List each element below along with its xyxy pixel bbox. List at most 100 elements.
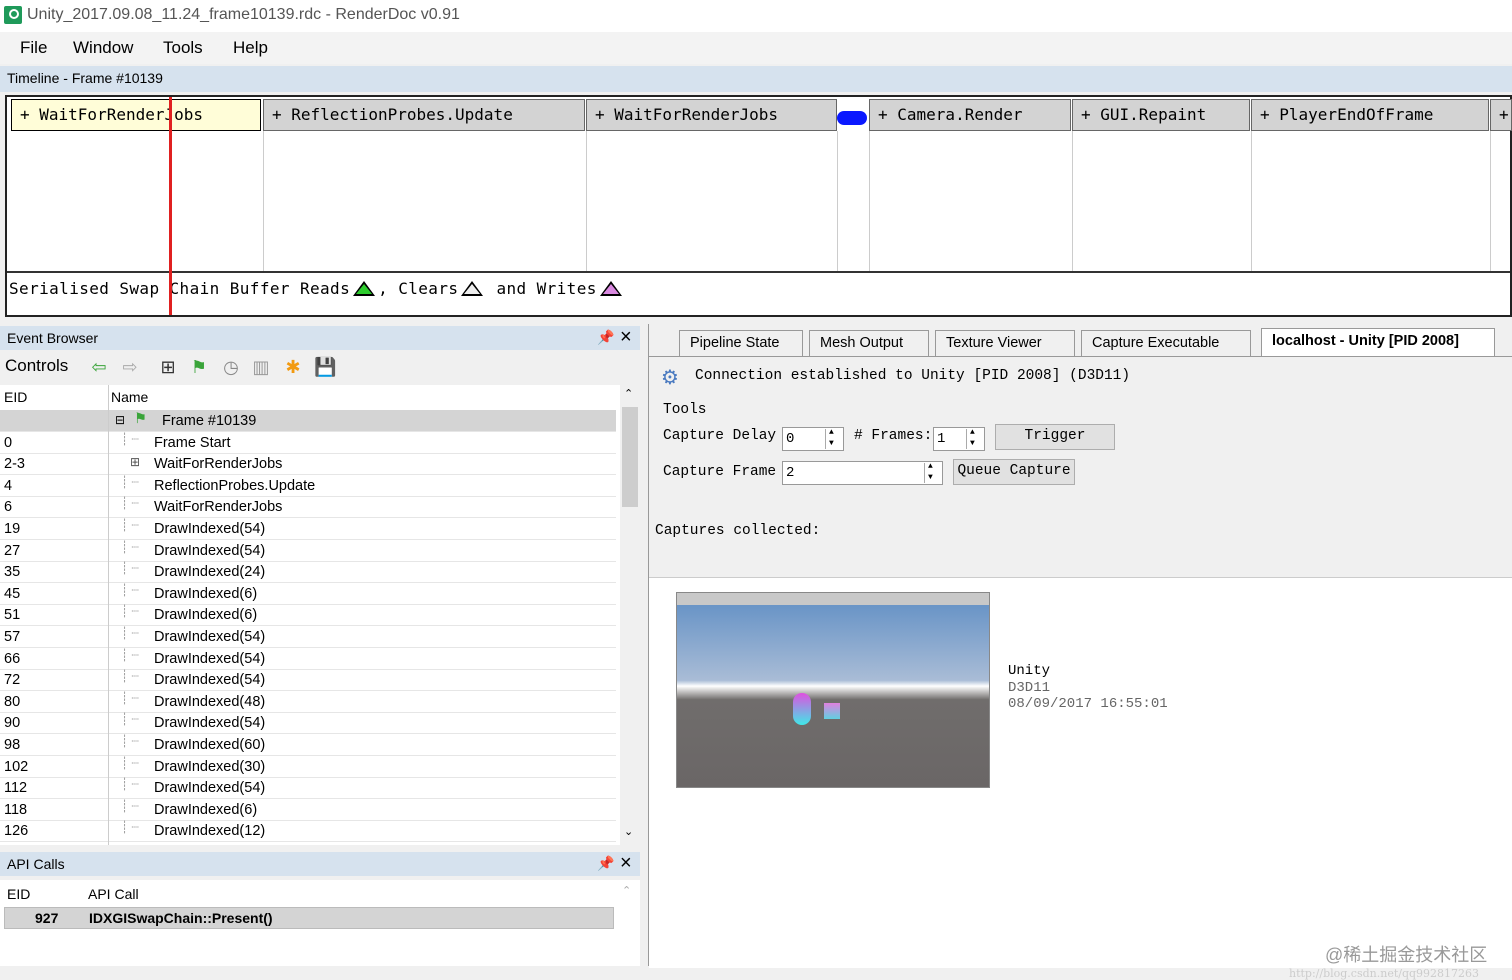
event-row[interactable]: 90 ┊ ┈ DrawIndexed(54) bbox=[0, 712, 616, 735]
api-eid-column-header[interactable]: EID bbox=[7, 886, 30, 902]
timeline-event-marker[interactable] bbox=[837, 111, 867, 125]
timeline-column-divider bbox=[263, 131, 264, 271]
close-icon[interactable]: × bbox=[620, 326, 632, 349]
stepper-arrows-icon[interactable] bbox=[924, 462, 941, 483]
expand-icon[interactable]: ⊞ bbox=[130, 455, 140, 469]
event-eid: 66 bbox=[4, 650, 21, 667]
queue-capture-button[interactable]: Queue Capture bbox=[953, 459, 1075, 485]
event-eid: 102 bbox=[4, 758, 29, 775]
event-eid: 0 bbox=[4, 434, 13, 451]
timeline-block-waitforrenderjobs-2[interactable]: + WaitForRenderJobs bbox=[586, 99, 837, 131]
find-binoculars-icon[interactable]: ⊞ bbox=[158, 357, 178, 377]
event-row[interactable]: 27 ┊ ┈ DrawIndexed(54) bbox=[0, 540, 616, 562]
event-name: WaitForRenderJobs bbox=[154, 456, 283, 473]
timeline-block-waitforrenderjobs[interactable]: + WaitForRenderJobs bbox=[11, 99, 261, 131]
pin-icon[interactable]: 📌 bbox=[597, 855, 614, 872]
event-row[interactable]: 51 ┊ ┈ DrawIndexed(6) bbox=[0, 604, 616, 627]
event-row[interactable]: 112 ┊ ┈ DrawIndexed(54) bbox=[0, 777, 616, 800]
frames-stepper[interactable]: 1 bbox=[933, 427, 985, 451]
menu-file[interactable]: File bbox=[20, 38, 47, 58]
timeline-block-camera-render[interactable]: + Camera.Render bbox=[869, 99, 1071, 131]
collapse-icon[interactable]: ⊟ bbox=[115, 413, 125, 427]
tab-capture-executable[interactable]: Capture Executable bbox=[1081, 330, 1251, 356]
renderdoc-app-icon bbox=[4, 6, 22, 24]
stepper-arrows-icon[interactable] bbox=[966, 428, 983, 449]
tree-connector: ┊ ┈ bbox=[121, 539, 139, 554]
timeline-column-divider bbox=[837, 131, 838, 271]
event-row[interactable]: 19 ┊ ┈ DrawIndexed(54) bbox=[0, 518, 616, 540]
capture-api: D3D11 bbox=[1008, 680, 1051, 696]
window-title: Unity_2017.09.08_11.24_frame10139.rdc - … bbox=[27, 6, 460, 23]
back-arrow-icon[interactable]: ⇦ bbox=[89, 357, 109, 377]
trigger-button[interactable]: Trigger bbox=[995, 424, 1115, 450]
timeline-block-gui-repaint[interactable]: + GUI.Repaint bbox=[1072, 99, 1250, 131]
tab-pipeline-state[interactable]: Pipeline State bbox=[679, 330, 803, 356]
scroll-down-icon[interactable]: ⌄ bbox=[624, 825, 633, 838]
menu-window[interactable]: Window bbox=[73, 38, 133, 58]
timeline-panel[interactable]: + WaitForRenderJobs + ReflectionProbes.U… bbox=[5, 95, 1512, 317]
scroll-up-icon[interactable]: ⌃ bbox=[624, 387, 633, 400]
api-calls-list[interactable]: EID API Call 927 IDXGISwapChain::Present… bbox=[0, 880, 640, 966]
bookmark-asterisk-icon[interactable]: ✱ bbox=[283, 357, 303, 377]
capture-delay-label: Capture Delay bbox=[663, 428, 777, 444]
api-calls-title: API Calls bbox=[7, 856, 65, 872]
event-eid: 112 bbox=[4, 780, 28, 797]
timeline-current-event-marker[interactable] bbox=[169, 97, 172, 315]
swap-chain-label: Serialised Swap Chain Buffer Reads bbox=[9, 279, 351, 298]
capture-thumbnail[interactable] bbox=[676, 592, 990, 788]
capture-delay-stepper[interactable]: 0 bbox=[782, 427, 844, 451]
event-row[interactable]: 45 ┊ ┈ DrawIndexed(6) bbox=[0, 583, 616, 605]
title-bar: Unity_2017.09.08_11.24_frame10139.rdc - … bbox=[0, 0, 1512, 32]
event-row[interactable]: 66 ┊ ┈ DrawIndexed(54) bbox=[0, 648, 616, 670]
timeline-block-reflectionprobes-update[interactable]: + ReflectionProbes.Update bbox=[263, 99, 585, 131]
menu-help[interactable]: Help bbox=[233, 38, 268, 58]
scroll-up-icon[interactable]: ⌃ bbox=[622, 884, 631, 897]
timeline-separator bbox=[7, 271, 1510, 273]
save-disk-icon[interactable]: 💾 bbox=[314, 357, 336, 377]
stepper-arrows-icon[interactable] bbox=[825, 428, 842, 449]
event-browser-title: Event Browser bbox=[7, 330, 99, 346]
columns-icon[interactable]: ▥ bbox=[251, 357, 271, 377]
scrollbar-thumb[interactable] bbox=[622, 407, 638, 507]
event-row[interactable]: 6 ┊ ┈ WaitForRenderJobs bbox=[0, 496, 616, 519]
capture-frame-stepper[interactable]: 2 bbox=[782, 461, 943, 485]
timing-clock-icon[interactable]: ◷ bbox=[221, 357, 241, 377]
api-call-column-header[interactable]: API Call bbox=[88, 886, 139, 902]
pin-icon[interactable]: 📌 bbox=[597, 329, 614, 346]
event-row[interactable]: 126 ┊ ┈ DrawIndexed(12) bbox=[0, 820, 616, 843]
forward-arrow-icon[interactable]: ⇨ bbox=[120, 357, 140, 377]
close-icon[interactable]: × bbox=[620, 852, 632, 875]
event-eid: 72 bbox=[4, 672, 21, 689]
menu-tools[interactable]: Tools bbox=[163, 38, 203, 58]
event-row[interactable]: 4 ┊ ┈ ReflectionProbes.Update bbox=[0, 475, 616, 497]
event-row[interactable]: 98 ┊ ┈ DrawIndexed(60) bbox=[0, 734, 616, 756]
eid-column-header[interactable]: EID bbox=[4, 389, 27, 405]
event-eid: 19 bbox=[4, 521, 21, 537]
event-browser-scrollbar[interactable]: ⌃ ⌄ bbox=[620, 385, 640, 845]
timeline-block-playerendofframe[interactable]: + PlayerEndOfFrame bbox=[1251, 99, 1489, 131]
event-name: DrawIndexed(6) bbox=[154, 607, 258, 624]
event-eid: 51 bbox=[4, 607, 21, 624]
event-browser-list[interactable]: EID Name ⊟ ⚑ Frame #10139 0 ┊ ┈ Frame Star… bbox=[0, 385, 620, 845]
goto-flag-icon[interactable]: ⚑ bbox=[189, 357, 209, 377]
captures-list[interactable]: Unity D3D11 08/09/2017 16:55:01 @稀土掘金技术社… bbox=[649, 577, 1512, 980]
event-row[interactable]: 102 ┊ ┈ DrawIndexed(30) bbox=[0, 756, 616, 778]
connection-icon: ⚙ bbox=[661, 367, 679, 389]
tree-connector: ┊ ┈ bbox=[121, 647, 139, 662]
frame-row-label: Frame #10139 bbox=[162, 413, 257, 429]
api-call-row[interactable]: 927 IDXGISwapChain::Present() bbox=[4, 907, 614, 929]
tab-mesh-output[interactable]: Mesh Output bbox=[809, 330, 929, 356]
event-row[interactable]: 118 ┊ ┈ DrawIndexed(6) bbox=[0, 799, 616, 821]
event-row[interactable]: 0 ┊ ┈ Frame Start bbox=[0, 432, 616, 454]
frame-row[interactable]: ⊟ ⚑ Frame #10139 bbox=[0, 410, 616, 432]
event-row[interactable]: 2-3 ⊞ WaitForRenderJobs bbox=[0, 453, 616, 476]
event-row[interactable]: 35 ┊ ┈ DrawIndexed(24) bbox=[0, 561, 616, 584]
timeline-block-more[interactable]: + bbox=[1490, 99, 1512, 131]
watermark: @稀土掘金技术社区 bbox=[1325, 945, 1488, 965]
event-row[interactable]: 57 ┊ ┈ DrawIndexed(54) bbox=[0, 626, 616, 648]
tab-texture-viewer[interactable]: Texture Viewer bbox=[935, 330, 1075, 356]
tab-localhost-unity[interactable]: localhost - Unity [PID 2008] bbox=[1261, 328, 1495, 357]
event-row[interactable]: 80 ┊ ┈ DrawIndexed(48) bbox=[0, 691, 616, 713]
event-row[interactable]: 72 ┊ ┈ DrawIndexed(54) bbox=[0, 669, 616, 692]
name-column-header[interactable]: Name bbox=[111, 389, 148, 405]
